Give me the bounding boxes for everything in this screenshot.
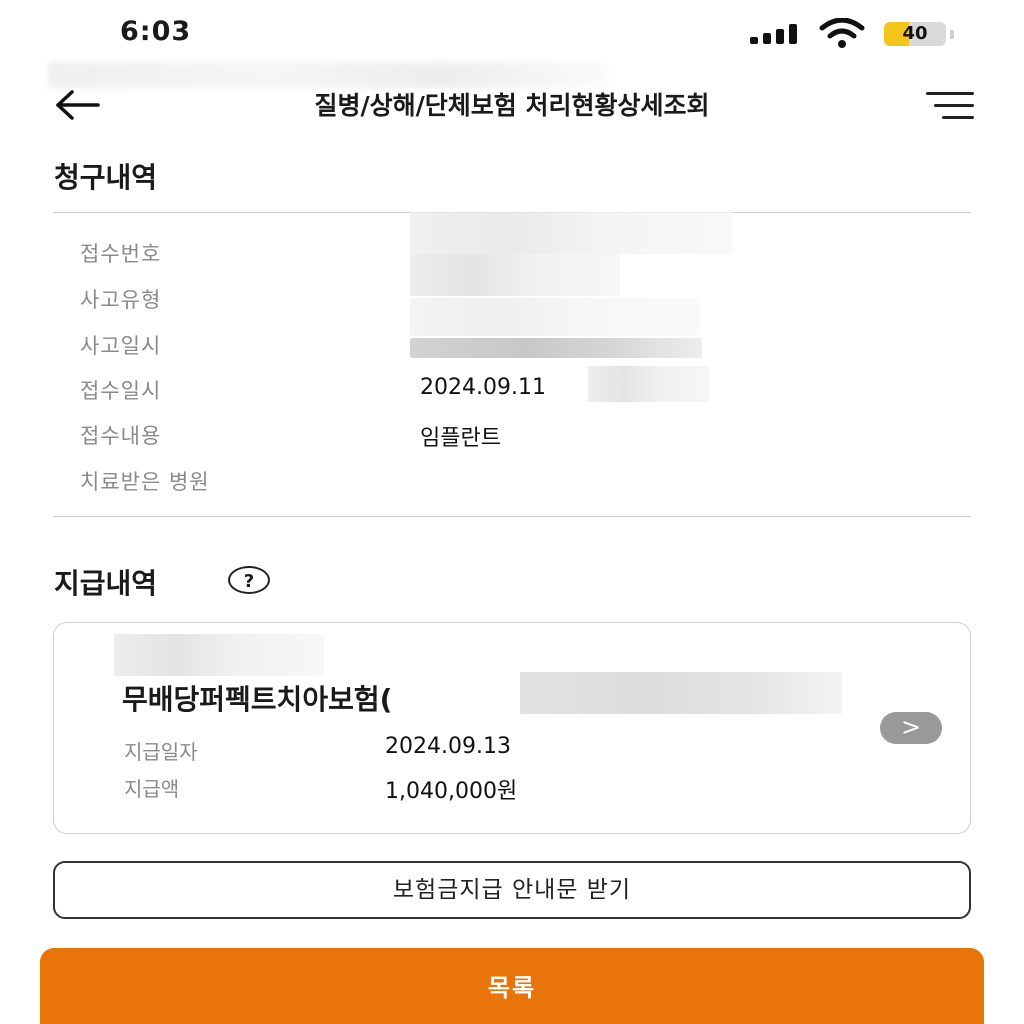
accident-date-label: 사고일시 [80, 334, 162, 358]
payment-amount-value: 1,040,000원 [385, 779, 518, 804]
receipt-date-value: 2024.09.11 [420, 375, 546, 400]
receipt-date-label: 접수일시 [80, 379, 162, 403]
status-time: 6:03 [120, 16, 192, 47]
masked-value [588, 366, 710, 402]
battery-cap [950, 30, 954, 39]
receipt-content-label: 접수내용 [80, 424, 162, 448]
claim-detail-screen: 6:03 40 질병/상해/단체보험 처리현황상세조회 청구내역 접수번호 사고… [0, 0, 1024, 1024]
battery-icon: 40 [884, 22, 946, 46]
product-name: 무배당퍼펙트치아보험( [122, 683, 393, 716]
question-circle-icon[interactable]: ? [228, 566, 270, 594]
battery-level: 40 [902, 23, 928, 44]
claim-bottom-divider [53, 516, 971, 517]
hospital-label: 치료받은 병원 [80, 470, 210, 494]
masked-value [410, 212, 732, 254]
back-button[interactable] [52, 88, 104, 122]
receipt-content-value: 임플란트 [420, 426, 501, 451]
cellular-signal-icon [750, 24, 802, 44]
payment-date-value: 2024.09.13 [385, 734, 511, 759]
list-button[interactable]: 목록 [40, 948, 984, 1024]
menu-button[interactable] [922, 88, 974, 124]
masked-value [410, 338, 702, 358]
wifi-icon [819, 18, 865, 48]
receipt-number-label: 접수번호 [80, 242, 162, 266]
accident-type-label: 사고유형 [80, 288, 162, 312]
chevron-right-icon[interactable]: > [880, 712, 942, 744]
payment-amount-label: 지급액 [124, 777, 180, 801]
masked-value [520, 672, 842, 714]
masked-banner [48, 62, 608, 88]
arrow-left-icon [56, 90, 100, 120]
claim-section-title: 청구내역 [54, 161, 158, 194]
masked-value [410, 254, 620, 296]
masked-value [114, 634, 324, 676]
payment-section-title: 지급내역 [54, 567, 158, 600]
payment-date-label: 지급일자 [124, 740, 198, 764]
payment-notice-button[interactable]: 보험금지급 안내문 받기 [53, 861, 971, 919]
masked-value [410, 298, 700, 336]
page-title: 질병/상해/단체보험 처리현황상세조회 [314, 91, 710, 120]
